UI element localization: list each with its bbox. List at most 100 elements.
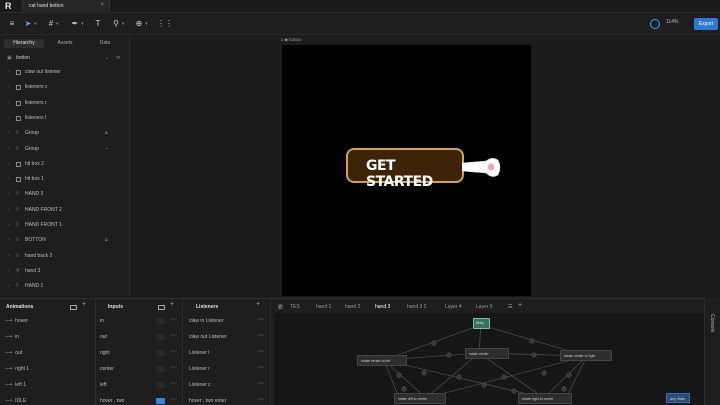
- text-tool-icon[interactable]: T: [92, 18, 104, 30]
- layer-tab[interactable]: hand 3 2: [407, 304, 426, 310]
- hierarchy-row[interactable]: › ⁞⁞ HAND 3: [6, 190, 126, 199]
- more-options-icon[interactable]: ⋯: [171, 332, 177, 339]
- state-node-right[interactable]: rotate center to right: [560, 350, 612, 361]
- more-options-icon[interactable]: ⋯: [171, 396, 177, 403]
- grid-icon[interactable]: ⋮⋮: [157, 18, 173, 30]
- animation-item[interactable]: ⟶ IDLE: [5, 397, 93, 405]
- animation-item[interactable]: ⟶ hover: [5, 317, 93, 325]
- more-options-icon[interactable]: ⋯: [171, 380, 177, 387]
- chevron-right-icon[interactable]: ›: [8, 267, 10, 276]
- menu-icon[interactable]: ≡: [6, 18, 18, 30]
- add-animation-button[interactable]: +: [82, 301, 86, 308]
- more-options-icon[interactable]: ⋯: [258, 364, 264, 371]
- add-tool-icon[interactable]: ⊕ ▼: [133, 18, 151, 30]
- layer-tab[interactable]: hand 3: [375, 304, 390, 310]
- state-node-bottom-left[interactable]: rotate left to center: [394, 393, 446, 404]
- listener-item[interactable]: claw in Listener: [189, 317, 259, 325]
- more-options-icon[interactable]: ⋯: [171, 348, 177, 355]
- chevron-right-icon[interactable]: ›: [8, 129, 10, 138]
- state-node-center[interactable]: rotate center: [465, 348, 509, 359]
- file-tab[interactable]: cat hand botton ×: [22, 0, 110, 13]
- chevron-right-icon[interactable]: ›: [8, 99, 10, 108]
- more-options-icon[interactable]: ⋯: [171, 364, 177, 371]
- layer-tab[interactable]: hand 2: [345, 304, 360, 310]
- hierarchy-row[interactable]: › ⁞⁞ Group 🔒︎: [6, 129, 126, 138]
- any-state-node[interactable]: Any State: [666, 393, 690, 403]
- hierarchy-row[interactable]: › ⁞⁞ BOTTON 🔒︎: [6, 236, 126, 245]
- chevron-right-icon[interactable]: ›: [8, 160, 10, 169]
- chevron-right-icon[interactable]: ›: [8, 252, 10, 261]
- chevron-right-icon[interactable]: ›: [8, 206, 10, 215]
- play-icon[interactable]: ▷◆: [281, 37, 289, 42]
- hierarchy-row[interactable]: › ⁞⁞ hand back 2: [6, 252, 126, 261]
- console-panel[interactable]: Console: [704, 298, 720, 405]
- more-options-icon[interactable]: ⋯: [258, 380, 264, 387]
- folder-icon[interactable]: [70, 305, 77, 310]
- listener-item[interactable]: Listener r: [189, 365, 259, 373]
- app-logo[interactable]: R: [5, 2, 14, 11]
- chevron-right-icon[interactable]: ›: [8, 175, 10, 184]
- more-options-icon[interactable]: ⋯: [258, 332, 264, 339]
- input-item[interactable]: out: [100, 333, 180, 341]
- close-icon[interactable]: ×: [100, 2, 104, 8]
- chevron-right-icon[interactable]: ›: [8, 145, 10, 154]
- input-item[interactable]: center: [100, 365, 180, 373]
- eye-hidden-icon[interactable]: ⌣: [105, 145, 108, 154]
- hierarchy-row[interactable]: › hit box 1: [6, 175, 126, 184]
- listener-item[interactable]: hover , two enter: [189, 397, 259, 405]
- entry-node[interactable]: Entry: [473, 318, 490, 329]
- frame-tool-icon[interactable]: # ▼: [46, 18, 62, 30]
- more-options-icon[interactable]: ⋯: [258, 348, 264, 355]
- state-node-bottom-right[interactable]: rotate right to center: [518, 393, 572, 404]
- bone-tool-icon[interactable]: ⚲ ▼: [110, 18, 128, 30]
- chevron-right-icon[interactable]: ›: [8, 236, 10, 245]
- chevron-right-icon[interactable]: ›: [8, 190, 10, 199]
- lock-icon[interactable]: 🔒︎: [105, 236, 108, 245]
- link-icon[interactable]: ⟲: [116, 54, 120, 62]
- listener-item[interactable]: claw out Listener: [189, 333, 259, 341]
- chevron-right-icon[interactable]: ›: [8, 83, 10, 92]
- layer-tab[interactable]: TES: [290, 304, 300, 310]
- chevron-down-icon[interactable]: ⌄: [105, 54, 109, 62]
- hierarchy-row[interactable]: › ⁞⁞ HAND FRONT 1: [6, 221, 126, 230]
- add-input-button[interactable]: +: [170, 301, 174, 308]
- input-value[interactable]: [156, 366, 165, 372]
- hierarchy-row[interactable]: › ⁞⁞ HAND 1: [6, 282, 126, 291]
- hierarchy-row[interactable]: › listeners c: [6, 83, 126, 92]
- state-node-left[interactable]: rotate center to left: [357, 355, 407, 366]
- lock-icon[interactable]: 🔒︎: [105, 129, 108, 138]
- input-value[interactable]: [156, 350, 165, 356]
- hierarchy-row[interactable]: › ⁞⁞ HAND FRONT 2: [6, 206, 126, 215]
- input-value[interactable]: [156, 318, 165, 324]
- input-item[interactable]: in: [100, 317, 180, 325]
- list-icon[interactable]: ☰: [508, 304, 512, 310]
- pen-tool-icon[interactable]: ✒ ▼: [70, 18, 86, 30]
- input-value[interactable]: [156, 382, 165, 388]
- export-button[interactable]: Export: [694, 18, 718, 30]
- chevron-right-icon[interactable]: ›: [8, 282, 10, 291]
- artboard-label[interactable]: ▷◆ botton: [281, 37, 302, 43]
- more-options-icon[interactable]: ⋯: [258, 396, 264, 403]
- chevron-right-icon[interactable]: ›: [8, 221, 10, 230]
- chevron-right-icon[interactable]: ›: [8, 68, 10, 77]
- input-item[interactable]: left: [100, 381, 180, 389]
- hierarchy-row[interactable]: › hit box 2: [6, 160, 126, 169]
- cat-paw-icon[interactable]: [462, 154, 502, 180]
- layers-icon[interactable]: ▥: [278, 304, 283, 310]
- hierarchy-row[interactable]: › listeners l: [6, 114, 126, 123]
- more-options-icon[interactable]: ⋯: [258, 316, 264, 323]
- add-layer-button[interactable]: +: [518, 302, 522, 309]
- tab-assets[interactable]: Assets: [46, 39, 84, 48]
- chevron-right-icon[interactable]: ›: [8, 114, 10, 123]
- get-started-button[interactable]: GET STARTED: [346, 148, 464, 190]
- input-item[interactable]: right: [100, 349, 180, 357]
- select-tool-icon[interactable]: ➤ ▼: [24, 18, 38, 30]
- hierarchy-row[interactable]: › ⁞⁞ Group ⌣: [6, 145, 126, 154]
- tab-hierarchy[interactable]: Hierarchy: [4, 39, 44, 48]
- animation-item[interactable]: ⟶ right 1: [5, 365, 93, 373]
- hierarchy-row[interactable]: › ⚲ hand 3: [6, 267, 126, 276]
- user-avatar[interactable]: [650, 19, 660, 29]
- layer-tab[interactable]: Layer 4: [445, 304, 462, 310]
- animation-item[interactable]: ⟶ left 1: [5, 381, 93, 389]
- zoom-level[interactable]: 114%: [666, 19, 678, 25]
